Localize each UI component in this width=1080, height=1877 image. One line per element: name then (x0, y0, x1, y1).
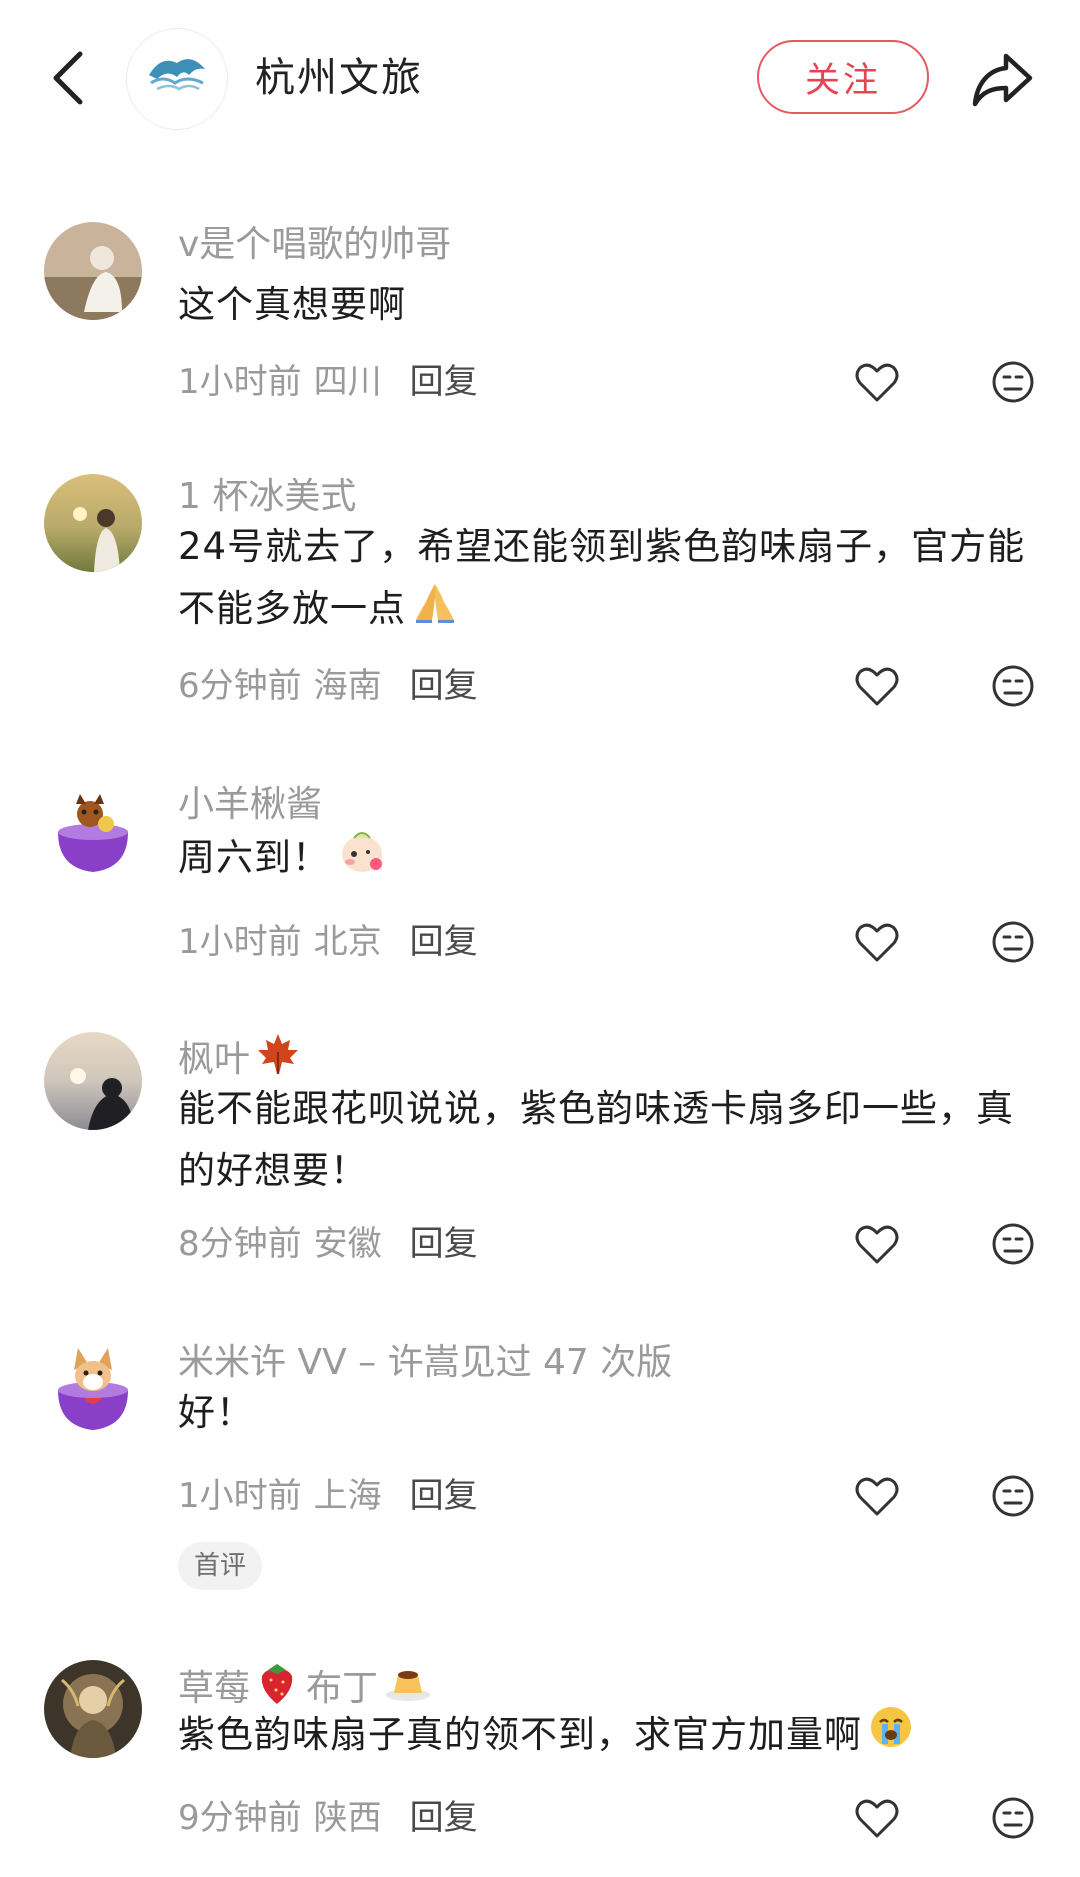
comment-location: 安徽 (313, 1224, 382, 1264)
username[interactable]: 1 杯冰美式 (178, 474, 356, 520)
reply-button[interactable]: 回复 (410, 918, 478, 966)
avatar-photo-icon (44, 222, 142, 320)
avatar-cartoon-icon (44, 1340, 142, 1438)
comment-location: 上海 (313, 1476, 382, 1516)
comment-text: 紫色韵味扇子真的领不到，求官方加量啊 (178, 1704, 1048, 1769)
avatar-photo-icon (44, 474, 142, 572)
kiss-sticker-icon (336, 824, 388, 895)
reply-button[interactable]: 回复 (410, 662, 478, 710)
user-avatar[interactable] (44, 1032, 142, 1130)
comment-time: 8分钟前 (178, 1224, 302, 1264)
neutral-face-icon (992, 361, 1034, 403)
heart-icon (855, 1225, 899, 1264)
comment-text: 好！ (178, 1391, 254, 1434)
comment-text: 能不能跟花呗说说，紫色韵味透卡扇多印一些，真的好想要！ (178, 1087, 1014, 1192)
comment-meta: 9分钟前 陕西 回复 (178, 1794, 478, 1842)
comment-list: v是个唱歌的帅哥 这个真想要啊 1小时前 四川 回复 1 杯冰美式 24号就去了… (0, 0, 1080, 1877)
dislike-button[interactable] (989, 918, 1037, 966)
reply-button[interactable]: 回复 (410, 1472, 478, 1520)
like-button[interactable] (852, 918, 902, 966)
neutral-face-icon (992, 921, 1034, 963)
reply-button[interactable]: 回复 (410, 1794, 478, 1842)
comment-time: 9分钟前 (178, 1798, 302, 1838)
comment-time: 1小时前 (178, 922, 302, 962)
heart-icon (855, 923, 899, 962)
comment-meta: 1小时前 四川 回复 (178, 358, 478, 406)
comment-meta: 1小时前 上海 回复 (178, 1472, 478, 1520)
first-comment-badge: 首评 (178, 1542, 263, 1590)
like-button[interactable] (852, 1472, 902, 1520)
neutral-face-icon (992, 1797, 1034, 1839)
like-button[interactable] (852, 1220, 902, 1268)
avatar-photo-icon (44, 1660, 142, 1758)
username[interactable]: 小羊楸酱 (178, 782, 322, 828)
username[interactable]: 米米许 VV – 许嵩见过 47 次版 (178, 1340, 672, 1386)
user-avatar[interactable] (44, 1340, 142, 1438)
like-button[interactable] (852, 358, 902, 406)
neutral-face-icon (992, 1475, 1034, 1517)
dislike-button[interactable] (989, 1220, 1037, 1268)
crying-face-icon (868, 1704, 914, 1769)
like-button[interactable] (852, 1794, 902, 1842)
comment-time: 1小时前 (178, 362, 302, 402)
neutral-face-icon (992, 1223, 1034, 1265)
comment-time: 1小时前 (178, 1476, 302, 1516)
user-avatar[interactable] (44, 222, 142, 320)
comment-location: 陕西 (313, 1798, 382, 1838)
dislike-button[interactable] (989, 358, 1037, 406)
heart-icon (855, 1477, 899, 1516)
user-avatar[interactable] (44, 1660, 142, 1758)
user-avatar[interactable] (44, 782, 142, 880)
heart-icon (855, 1799, 899, 1838)
dislike-button[interactable] (989, 1794, 1037, 1842)
avatar-photo-icon (44, 1032, 142, 1130)
reply-button[interactable]: 回复 (410, 358, 478, 406)
comment-location: 四川 (313, 362, 382, 402)
dislike-button[interactable] (989, 1472, 1037, 1520)
comment-meta: 1小时前 北京 回复 (178, 918, 478, 966)
comment-time: 6分钟前 (178, 666, 302, 706)
reply-button[interactable]: 回复 (410, 1220, 478, 1268)
heart-icon (855, 667, 899, 706)
user-avatar[interactable] (44, 474, 142, 572)
like-button[interactable] (852, 662, 902, 710)
comment-text: 周六到！ (178, 824, 1048, 895)
username[interactable]: v是个唱歌的帅哥 (178, 222, 451, 268)
heart-icon (855, 363, 899, 402)
comment-text: 这个真想要啊 (178, 283, 406, 326)
comment-location: 北京 (313, 922, 382, 962)
comment-text: 24号就去了，希望还能领到紫色韵味扇子，官方能不能多放一点 (178, 516, 1048, 643)
avatar-cartoon-icon (44, 782, 142, 880)
pray-emoji-icon (412, 578, 458, 643)
neutral-face-icon (992, 665, 1034, 707)
dislike-button[interactable] (989, 662, 1037, 710)
comment-location: 海南 (313, 666, 382, 706)
comment-meta: 8分钟前 安徽 回复 (178, 1220, 478, 1268)
comment-meta: 6分钟前 海南 回复 (178, 662, 478, 710)
